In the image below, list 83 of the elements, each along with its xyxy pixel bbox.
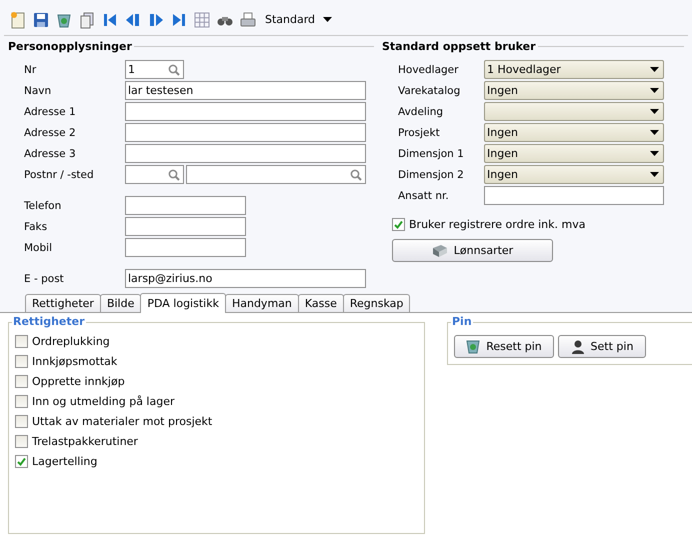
checkbox-label: Uttak av materialer mot prosjekt: [32, 414, 212, 428]
group-title: Pin: [452, 315, 472, 328]
caret-icon: [650, 151, 659, 156]
field-label: Faks: [23, 220, 48, 232]
new-document-icon[interactable]: [9, 10, 27, 28]
book-icon: [432, 244, 448, 258]
section-title: Standard oppsett bruker: [382, 40, 536, 53]
search-icon[interactable]: [350, 168, 362, 180]
checkbox-label: Innkjøpsmottak: [32, 354, 118, 368]
field-label: Dimensjon 1: [397, 148, 465, 160]
postal-code-field[interactable]: [125, 165, 184, 184]
input-field[interactable]: [125, 102, 366, 121]
field-label: Varekatalog: [397, 84, 462, 96]
input-field[interactable]: [125, 217, 246, 236]
field-label: Postnr / -sted: [23, 168, 95, 180]
tab[interactable]: Bilde: [100, 294, 142, 312]
tab[interactable]: PDA logistikk: [140, 293, 226, 313]
field-label: Hovedlager: [397, 64, 460, 76]
checkbox-label: Bruker registrere ordre ink. mva: [409, 218, 586, 230]
field-label: E - post: [23, 272, 65, 284]
checkbox[interactable]: [15, 354, 28, 368]
field-label: Prosjekt: [397, 126, 441, 138]
dropdown[interactable]: Ingen: [484, 165, 664, 184]
field-label: Ansatt nr.: [397, 190, 450, 202]
checkbox-label: Ordreplukking: [32, 334, 110, 348]
input-field[interactable]: lar testesen: [125, 81, 366, 100]
input-field[interactable]: [125, 238, 246, 257]
user-icon: [570, 339, 585, 354]
field-label: Mobil: [23, 242, 53, 254]
caret-icon: [650, 130, 659, 135]
caret-icon: [650, 88, 659, 93]
field-label: Adresse 3: [23, 148, 77, 160]
city-field[interactable]: [186, 165, 366, 184]
dropdown[interactable]: Ingen: [484, 81, 664, 100]
recycle-bin-icon: [466, 339, 480, 354]
field-label: Adresse 1: [23, 106, 77, 118]
checkbox-label: Lagertelling: [32, 454, 98, 468]
lookup-field[interactable]: 1: [125, 60, 184, 79]
section-title: Personopplysninger: [8, 40, 132, 53]
checkbox[interactable]: [15, 394, 28, 408]
search-icon[interactable]: [168, 64, 180, 76]
layout-dropdown[interactable]: Standard: [265, 13, 332, 26]
checkbox-label: Trelastpakkerutiner: [32, 434, 138, 448]
input-field[interactable]: [125, 144, 366, 163]
tab[interactable]: Handyman: [224, 294, 299, 312]
set-pin-button[interactable]: Sett pin: [558, 335, 646, 358]
salary-types-button[interactable]: Lønnsarter: [392, 239, 553, 262]
checkbox[interactable]: [15, 374, 28, 388]
checkbox-label: Opprette innkjøp: [32, 374, 125, 388]
tab[interactable]: Rettigheter: [25, 294, 101, 312]
caret-icon: [650, 109, 659, 114]
tab[interactable]: Kasse: [298, 294, 344, 312]
group-title: Rettigheter: [13, 315, 85, 328]
input-field[interactable]: [125, 123, 366, 142]
field-label: Nr: [23, 64, 38, 76]
tab[interactable]: Regnskap: [342, 294, 410, 312]
dropdown[interactable]: 1 Hovedlager: [484, 60, 664, 79]
input-field[interactable]: [484, 186, 664, 205]
input-field[interactable]: [125, 196, 246, 215]
save-icon[interactable]: [32, 10, 50, 28]
checkbox[interactable]: [15, 454, 28, 468]
caret-icon: [650, 172, 659, 177]
checkbox-label: Inn og utmelding på lager: [32, 394, 174, 408]
field-label: Avdeling: [397, 106, 444, 118]
grid-icon[interactable]: [193, 10, 211, 28]
checkbox[interactable]: [15, 334, 28, 348]
reset-pin-button[interactable]: Resett pin: [454, 335, 554, 358]
search-icon[interactable]: [168, 168, 180, 180]
caret-icon: [650, 67, 659, 72]
field-label: Dimensjon 2: [397, 168, 465, 180]
field-label: Adresse 2: [23, 126, 77, 138]
caret-icon: [323, 17, 332, 22]
dropdown[interactable]: Ingen: [484, 144, 664, 163]
checkbox[interactable]: [15, 434, 28, 448]
dropdown[interactable]: [484, 102, 664, 121]
input-field[interactable]: larsp@zirius.no: [125, 269, 366, 288]
field-label: Navn: [23, 84, 52, 96]
checkbox[interactable]: [392, 218, 405, 230]
dropdown[interactable]: Ingen: [484, 123, 664, 142]
field-label: Telefon: [23, 200, 62, 212]
copy-icon[interactable]: [78, 10, 96, 28]
checkbox[interactable]: [15, 414, 28, 428]
printer-icon[interactable]: [239, 10, 257, 28]
